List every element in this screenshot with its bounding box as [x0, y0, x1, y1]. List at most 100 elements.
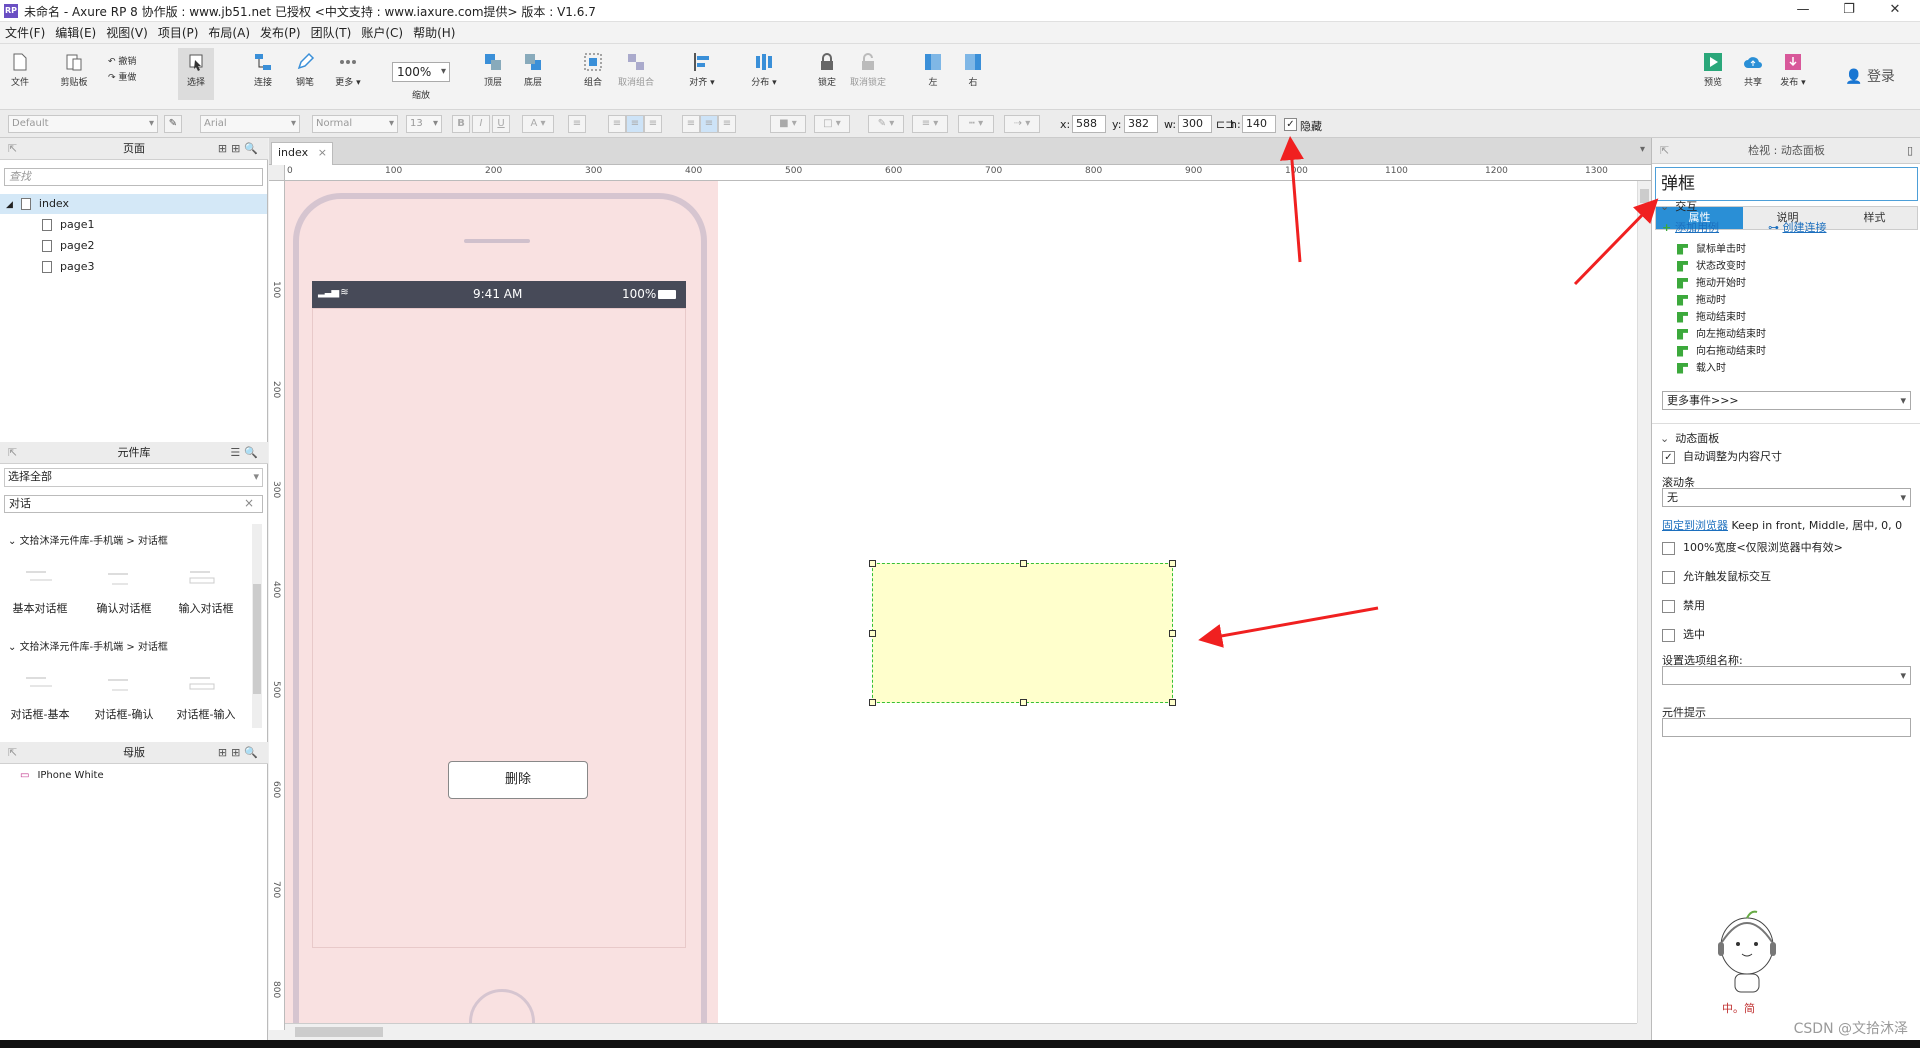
resize-handle[interactable] — [1169, 560, 1176, 567]
left-panel-toggle[interactable]: 左 — [918, 48, 948, 88]
unlock-button[interactable]: 取消锁定 — [846, 48, 890, 88]
align-text-left[interactable]: ≡ — [608, 115, 626, 133]
popup-dynamic-panel[interactable] — [869, 560, 1176, 706]
event-onclick[interactable]: 鼠标单击时 — [1677, 241, 1746, 258]
selected-row[interactable]: 选中 — [1662, 628, 1705, 644]
full-width-checkbox[interactable] — [1662, 541, 1675, 555]
allow-mouse-checkbox[interactable] — [1662, 570, 1675, 584]
bullet-button[interactable]: ≡ — [568, 115, 586, 133]
menu-view[interactable]: 视图(V) — [101, 22, 153, 44]
preview-button[interactable]: 预览 — [1698, 48, 1728, 88]
page-index[interactable]: ◢ index — [0, 194, 267, 214]
library-group-2[interactable]: ⌄ 文拾沐泽元件库-手机端 > 对话框 — [8, 638, 168, 658]
canvas-vertical-scrollbar[interactable] — [1637, 181, 1651, 1023]
add-case-link[interactable]: + 添加用例 — [1662, 219, 1719, 235]
connect-tool[interactable]: 连接 — [248, 48, 278, 88]
publish-button[interactable]: 发布 ▾ — [1776, 48, 1810, 88]
distribute-button[interactable]: 分布 ▾ — [746, 48, 782, 88]
event-drag-start[interactable]: 拖动开始时 — [1677, 275, 1746, 292]
full-width-row[interactable]: 100%宽度<仅限浏览器中有效> — [1662, 541, 1843, 557]
menu-help[interactable]: 帮助(H) — [408, 22, 460, 44]
font-weight-select[interactable]: Normal — [312, 115, 398, 133]
underline-button[interactable]: U — [492, 115, 510, 133]
align-text-right[interactable]: ≡ — [644, 115, 662, 133]
event-swipe-left[interactable]: 向左拖动结束时 — [1677, 326, 1766, 343]
undo-button[interactable]: ↶ 撤销 — [108, 54, 148, 67]
valign-top[interactable]: ≡ — [682, 115, 700, 133]
add-master-icon[interactable]: ⊞⊞🔍 — [218, 742, 262, 764]
arrow-style-button[interactable]: ⇢ ▾ — [1004, 115, 1040, 133]
menu-edit[interactable]: 编辑(E) — [50, 22, 101, 44]
line-width-button[interactable]: ≡ ▾ — [912, 115, 948, 133]
pages-search-input[interactable]: 查找 — [4, 168, 263, 186]
scrollbar-thumb[interactable] — [253, 584, 261, 694]
add-page-icon[interactable]: ⊞⊞🔍 — [218, 138, 262, 160]
resize-handle[interactable] — [869, 560, 876, 567]
widget-confirm-dialog[interactable]: 确认对话框 — [84, 600, 164, 616]
menu-account[interactable]: 账户(C) — [356, 22, 408, 44]
notes-icon[interactable]: ▯ — [1907, 138, 1913, 164]
shadow-button[interactable]: □ ▾ — [814, 115, 850, 133]
x-input[interactable]: 588 — [1072, 115, 1106, 133]
bold-button[interactable]: B — [452, 115, 470, 133]
style-edit-button[interactable]: ✎ — [164, 115, 182, 133]
fill-color-button[interactable]: ■ ▾ — [770, 115, 806, 133]
page-page2[interactable]: page2 — [42, 236, 94, 256]
font-color-button[interactable]: A ▾ — [522, 115, 554, 133]
scrollbar-select[interactable]: 无 — [1662, 488, 1911, 507]
zoom-select[interactable]: 100% — [392, 62, 450, 82]
login-button[interactable]: 👤 登录 — [1840, 66, 1900, 86]
file-button[interactable]: 文件 — [6, 48, 34, 88]
delete-button[interactable]: 删除 — [448, 761, 588, 799]
menu-file[interactable]: 文件(F) — [0, 22, 50, 44]
search-icon[interactable]: 🔍 — [244, 142, 262, 155]
pin-icon[interactable]: ⇱ — [8, 138, 17, 160]
selected-checkbox[interactable] — [1662, 628, 1675, 642]
widget-dialog-confirm[interactable]: 对话框-确认 — [84, 706, 164, 722]
share-button[interactable]: 共享 — [1738, 48, 1768, 88]
more-tools[interactable]: 更多 ▾ — [330, 48, 366, 88]
disabled-row[interactable]: 禁用 — [1662, 599, 1705, 615]
page-page3[interactable]: page3 — [42, 257, 94, 277]
allow-mouse-row[interactable]: 允许触发鼠标交互 — [1662, 570, 1771, 586]
italic-button[interactable]: I — [472, 115, 490, 133]
library-scrollbar[interactable] — [252, 524, 262, 728]
widget-dialog-input[interactable]: 对话框-输入 — [166, 706, 246, 722]
font-size-select[interactable]: 13 — [406, 115, 442, 133]
canvas-horizontal-scrollbar[interactable] — [285, 1023, 1637, 1040]
minimize-button[interactable]: — — [1780, 0, 1826, 22]
send-bottom-button[interactable]: 底层 — [518, 48, 548, 88]
align-text-center[interactable]: ≡ — [626, 115, 644, 133]
resize-handle[interactable] — [1169, 630, 1176, 637]
more-events-select[interactable]: 更多事件>>> — [1662, 391, 1911, 410]
scrollbar-thumb[interactable] — [1640, 189, 1649, 203]
group-name-select[interactable] — [1662, 666, 1911, 685]
collapse-icon[interactable]: ◢ — [6, 200, 13, 210]
page-page1[interactable]: page1 — [42, 215, 94, 235]
pin-icon[interactable]: ⇱ — [1660, 138, 1669, 164]
redo-button[interactable]: ↷ 重做 — [108, 70, 148, 83]
clear-search-icon[interactable]: × — [244, 496, 254, 510]
valign-middle[interactable]: ≡ — [700, 115, 718, 133]
menu-team[interactable]: 团队(T) — [306, 22, 357, 44]
align-button[interactable]: 对齐 ▾ — [684, 48, 720, 88]
font-select[interactable]: Arial — [200, 115, 300, 133]
maximize-button[interactable]: ❐ — [1826, 0, 1872, 22]
y-input[interactable]: 382 — [1124, 115, 1158, 133]
event-swipe-right[interactable]: 向右拖动结束时 — [1677, 343, 1766, 360]
ungroup-button[interactable]: 取消组合 — [614, 48, 658, 88]
disabled-checkbox[interactable] — [1662, 599, 1675, 613]
resize-handle[interactable] — [1169, 699, 1176, 706]
event-drag[interactable]: 拖动时 — [1677, 292, 1726, 309]
event-state-change[interactable]: 状态改变时 — [1677, 258, 1746, 275]
design-canvas[interactable]: ▂▃▅ ≋ 9:41 AM 100% 删除 — [285, 181, 1637, 1023]
menu-layout[interactable]: 布局(A) — [203, 22, 255, 44]
group-button[interactable]: 组合 — [578, 48, 608, 88]
resize-handle[interactable] — [1020, 699, 1027, 706]
library-select[interactable]: 选择全部 — [4, 468, 263, 487]
right-panel-toggle[interactable]: 右 — [958, 48, 988, 88]
library-search-input[interactable]: 对话 — [4, 495, 263, 513]
style-select[interactable]: Default — [8, 115, 158, 133]
line-color-button[interactable]: ✎ ▾ — [868, 115, 904, 133]
pen-tool[interactable]: 钢笔 — [290, 48, 320, 88]
